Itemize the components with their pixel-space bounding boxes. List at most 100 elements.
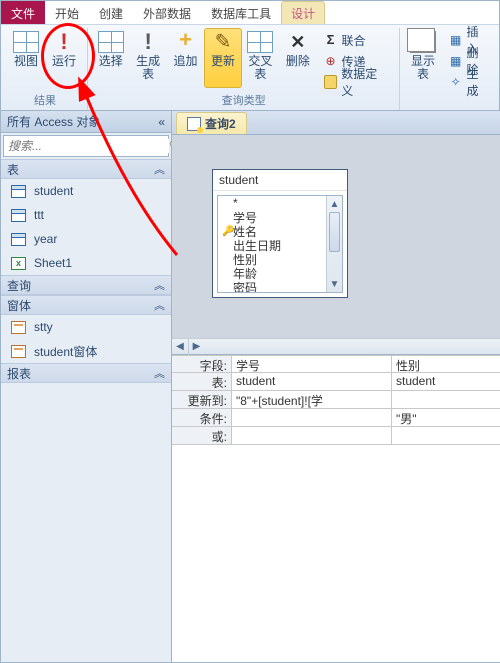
chevron-up-icon: ︽ — [154, 297, 165, 313]
table-icon — [11, 209, 26, 222]
crosstab-button[interactable]: 交叉表 — [242, 28, 279, 88]
update-button[interactable]: ✎ 更新 — [204, 28, 241, 88]
nav-title: 所有 Access 对象 — [7, 113, 100, 130]
union-button[interactable]: Σ 联合 — [321, 30, 392, 50]
nav-table-year[interactable]: year — [1, 227, 171, 251]
section-queries-label: 查询 — [7, 277, 31, 294]
scroll-thumb[interactable] — [329, 212, 340, 252]
cell-criteria-0[interactable] — [232, 409, 392, 427]
cell-field-0[interactable]: 学号 — [232, 355, 392, 373]
scroll-down-icon[interactable]: ▼ — [327, 276, 342, 292]
cell-table-0[interactable]: student — [232, 373, 392, 391]
group-label-querytype: 查询类型 — [222, 94, 266, 110]
cell-table-1[interactable]: student — [392, 373, 500, 391]
tab-external[interactable]: 外部数据 — [133, 1, 201, 24]
tab-file[interactable]: 文件 — [1, 1, 45, 24]
item-label: year — [34, 232, 57, 246]
delete-icon: ✕ — [287, 31, 309, 53]
form-icon — [11, 321, 26, 334]
run-button[interactable]: ! 运行 — [45, 28, 83, 88]
section-reports-label: 报表 — [7, 365, 31, 382]
update-label: 更新 — [211, 55, 235, 68]
tab-create[interactable]: 创建 — [89, 1, 133, 24]
cell-or-1[interactable] — [392, 427, 500, 445]
tab-design[interactable]: 设计 — [281, 1, 325, 24]
field-list[interactable]: * 学号 🔑姓名 出生日期 性别 年龄 密码 ▲ ▼ — [217, 195, 343, 293]
cell-criteria-1[interactable]: "男" — [392, 409, 500, 427]
builder-button[interactable]: ✧ 生成 — [446, 72, 493, 92]
section-reports[interactable]: 报表 ︽ — [1, 363, 171, 383]
builder-icon: ✧ — [449, 75, 463, 89]
rowheader-field: 字段: — [172, 355, 232, 373]
scroll-left-icon[interactable]: ◀ — [172, 339, 188, 355]
showtable-button[interactable]: 显示表 — [404, 28, 441, 88]
ribbon-group-setup: 显示表 ▦ 插入 ▦ 删除 ✧ 生成 — [400, 28, 497, 110]
nav-table-student[interactable]: student — [1, 179, 171, 203]
table-icon — [11, 185, 26, 198]
tablebox-student[interactable]: student * 学号 🔑姓名 出生日期 性别 年龄 密码 ▲ ▼ — [212, 169, 348, 298]
design-upper-pane[interactable]: student * 学号 🔑姓名 出生日期 性别 年龄 密码 ▲ ▼ — [172, 135, 500, 355]
showtable-label: 显示表 — [405, 55, 440, 81]
search-input[interactable] — [4, 139, 169, 153]
design-grid-pane[interactable]: 字段: 学号 性别 表: student student 更新到: "8"+[s… — [172, 355, 500, 662]
chevron-up-icon: ︽ — [154, 161, 165, 177]
field-item[interactable]: 密码 — [218, 280, 342, 293]
nav-header[interactable]: 所有 Access 对象 « — [1, 111, 171, 133]
union-label: 联合 — [342, 32, 366, 49]
group-label-setup — [447, 94, 450, 110]
document-tabs: 查询2 — [172, 111, 500, 135]
datadef-button[interactable]: 数据定义 — [321, 72, 392, 92]
showtable-icon — [410, 31, 436, 53]
scroll-up-icon[interactable]: ▲ — [327, 196, 342, 212]
item-label: stty — [34, 320, 53, 334]
maketable-label: 生成表 — [130, 55, 165, 81]
work-area: 查询2 student * 学号 🔑姓名 出生日期 性别 年龄 密码 ▲ ▼ — [172, 111, 500, 662]
search-box[interactable]: 🔍 — [3, 135, 169, 157]
rowheader-table: 表: — [172, 373, 232, 391]
nav-table-ttt[interactable]: ttt — [1, 203, 171, 227]
vertical-scrollbar[interactable]: ▲ ▼ — [326, 196, 342, 292]
maketable-button[interactable]: ! 生成表 — [129, 28, 166, 88]
nav-form-stty[interactable]: stty — [1, 315, 171, 339]
select-button[interactable]: 选择 — [92, 28, 129, 88]
design-grid[interactable]: 字段: 学号 性别 表: student student 更新到: "8"+[s… — [172, 355, 500, 445]
excel-icon: x — [11, 257, 26, 270]
cell-or-0[interactable] — [232, 427, 392, 445]
append-label: 追加 — [174, 55, 198, 68]
run-label: 运行 — [52, 55, 76, 68]
nav-form-student[interactable]: student窗体 — [1, 339, 171, 363]
select-icon — [98, 31, 124, 53]
crosstab-label: 交叉表 — [243, 55, 278, 81]
navigation-pane: 所有 Access 对象 « 🔍 表 ︽ student ttt year x … — [1, 111, 172, 662]
view-button[interactable]: 视图 — [7, 28, 45, 88]
builder-label: 生成 — [466, 65, 490, 99]
rowheader-criteria: 条件: — [172, 409, 232, 427]
query-icon — [187, 117, 201, 131]
doc-tab-query2[interactable]: 查询2 — [176, 112, 247, 134]
delete-button[interactable]: ✕ 删除 — [279, 28, 316, 88]
insertrows-icon: ▦ — [449, 33, 463, 47]
section-queries[interactable]: 查询 ︽ — [1, 275, 171, 295]
horizontal-scrollbar[interactable]: ◀ ▶ — [172, 338, 500, 354]
append-button[interactable]: + 追加 — [167, 28, 204, 88]
menu-tabs: 文件 开始 创建 外部数据 数据库工具 设计 — [1, 1, 499, 25]
ribbon: 视图 ! 运行 结果 选择 ! 生成表 + 追加 ✎ 更 — [1, 25, 499, 111]
cell-updateto-1[interactable] — [392, 391, 500, 409]
collapse-icon[interactable]: « — [158, 115, 165, 129]
cell-updateto-0[interactable]: "8"+[student]![学 — [232, 391, 392, 409]
section-forms[interactable]: 窗体 ︽ — [1, 295, 171, 315]
tab-home[interactable]: 开始 — [45, 1, 89, 24]
update-icon: ✎ — [212, 31, 234, 53]
section-forms-label: 窗体 — [7, 297, 31, 314]
tab-dbtools[interactable]: 数据库工具 — [201, 1, 281, 24]
primary-key-icon: 🔑 — [222, 226, 230, 237]
section-tables[interactable]: 表 ︽ — [1, 159, 171, 179]
item-label: Sheet1 — [34, 256, 72, 270]
rowheader-updateto: 更新到: — [172, 391, 232, 409]
cell-field-1[interactable]: 性别 — [392, 355, 500, 373]
append-icon: + — [175, 31, 197, 53]
crosstab-icon — [247, 31, 273, 53]
deleterows-icon: ▦ — [449, 54, 463, 68]
nav-table-sheet1[interactable]: x Sheet1 — [1, 251, 171, 275]
scroll-right-icon[interactable]: ▶ — [188, 339, 204, 355]
